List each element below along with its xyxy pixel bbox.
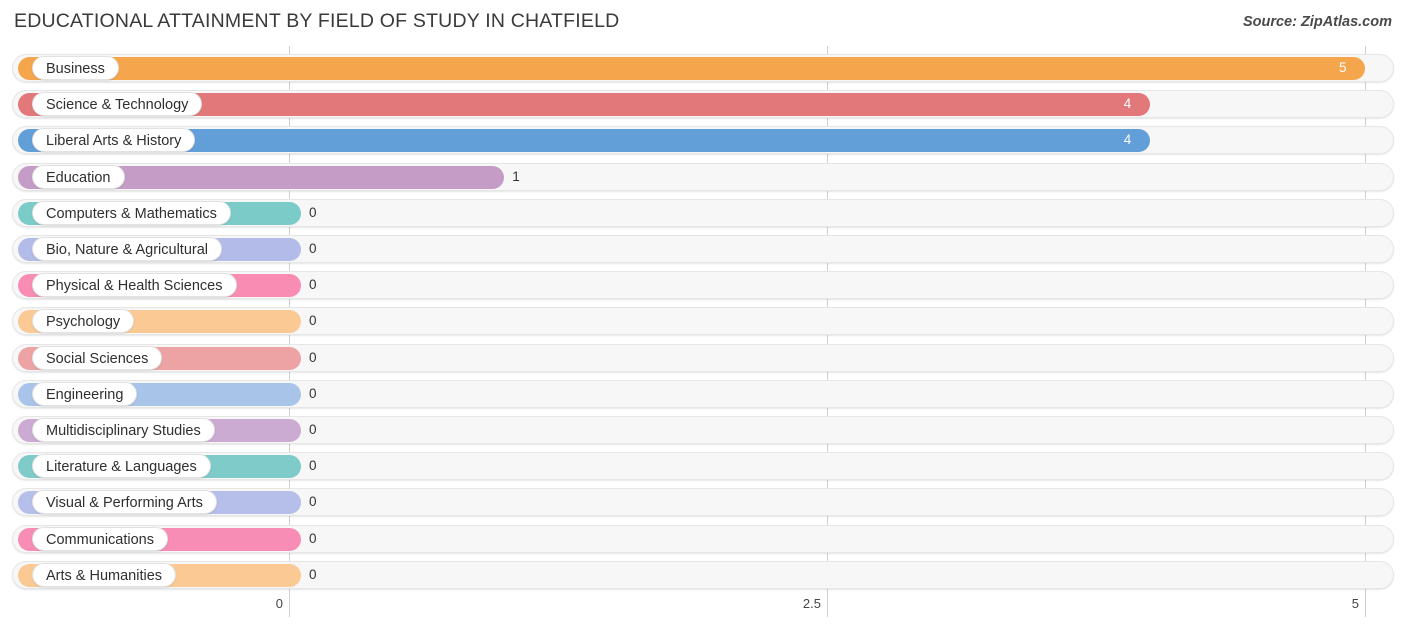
bar-value-label: 0 [309,385,317,401]
axis-tick-label: 5 [1351,596,1359,611]
page-title: EDUCATIONAL ATTAINMENT BY FIELD OF STUDY… [14,10,620,32]
bar-value-label: 1 [512,168,520,184]
chart-page: EDUCATIONAL ATTAINMENT BY FIELD OF STUDY… [0,0,1406,631]
category-label: Psychology [32,309,135,334]
bar-value-label: 0 [309,204,317,220]
bar-value-label: 0 [309,458,317,474]
category-label: Physical & Health Sciences [32,273,237,298]
chart-row[interactable]: Communications 0 [12,524,1394,553]
bar-value-label: 0 [309,530,317,546]
category-label: Communications [32,526,168,551]
bar-value-label: 5 [1339,60,1347,75]
chart-row[interactable]: Physical & Health Sciences 0 [12,271,1394,300]
bar-value-label: 0 [309,277,317,293]
category-label: Visual & Performing Arts [32,490,217,515]
bar-value-label: 4 [1123,96,1132,112]
category-label: Education [32,164,125,189]
bar-value-label: 0 [309,313,317,329]
source-attribution: Source: ZipAtlas.com [1242,14,1392,30]
chart-row[interactable]: Psychology 0 [12,307,1394,336]
chart-row[interactable]: Arts & Humanities 0 [12,560,1394,589]
axis-tick-label: 0 [275,596,283,611]
axis-tick-label: 2.5 [802,596,821,611]
chart-row[interactable]: Literature & Languages 0 [12,452,1394,481]
chart-row[interactable]: Social Sciences 0 [12,343,1394,372]
chart-row[interactable]: Multidisciplinary Studies 0 [12,416,1394,444]
bar[interactable] [18,57,1365,80]
chart-row[interactable]: Business 5 [12,54,1394,82]
category-label: Computers & Mathematics [32,200,231,225]
chart-row[interactable]: Science & Technology 4 [12,90,1394,119]
chart-row[interactable]: Engineering 0 [12,379,1394,408]
category-label: Engineering [32,381,138,406]
category-label: Science & Technology [32,92,203,117]
axis-tick-mark [1365,595,1366,617]
bar-value-label: 0 [309,349,317,365]
category-label: Multidisciplinary Studies [32,418,215,442]
bar-value-label: 0 [309,241,317,256]
bar-value-label: 4 [1123,132,1132,148]
chart-row[interactable]: Computers & Mathematics 0 [12,198,1394,227]
axis-tick-mark [827,595,828,617]
category-label: Social Sciences [32,345,163,370]
category-label: Bio, Nature & Agricultural [32,237,222,261]
chart-row[interactable]: Liberal Arts & History 4 [12,126,1394,155]
bar-value-label: 0 [309,422,317,437]
chart-row[interactable]: Visual & Performing Arts 0 [12,488,1394,517]
category-label: Business [32,56,119,80]
category-label: Arts & Humanities [32,562,177,587]
category-label: Liberal Arts & History [32,128,196,153]
x-axis: 0 2.5 5 [0,595,1406,631]
bar-value-label: 0 [309,566,317,582]
chart-row[interactable]: Education 1 [12,162,1394,191]
axis-tick-mark [289,595,290,617]
chart-row[interactable]: Bio, Nature & Agricultural 0 [12,235,1394,263]
category-label: Literature & Languages [32,454,211,479]
bar-value-label: 0 [309,494,317,510]
plot-area: Business 5 Science & Technology 4 Liberal Ar… [0,46,1406,595]
